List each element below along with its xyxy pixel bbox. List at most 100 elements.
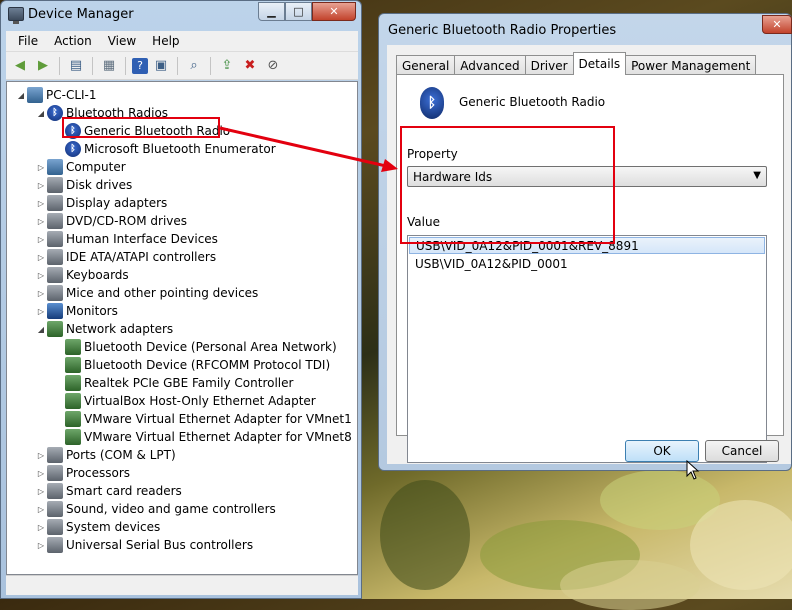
scan-hardware-icon[interactable]: ⌕ xyxy=(184,56,204,76)
maximize-button[interactable]: □ xyxy=(285,2,312,21)
expand-arrow-icon[interactable]: ▷ xyxy=(35,181,47,190)
tree-device[interactable]: ᛒ Microsoft Bluetooth Enumerator xyxy=(53,140,276,158)
tree-category[interactable]: ▷ Computer xyxy=(35,158,126,176)
tree-category[interactable]: ▷ Display adapters xyxy=(35,194,167,212)
menu-help[interactable]: Help xyxy=(144,34,187,48)
tab-driver[interactable]: Driver xyxy=(524,55,574,75)
update-driver-icon[interactable]: ⇪ xyxy=(217,56,237,76)
back-icon[interactable]: ◀ xyxy=(10,56,30,76)
tab-advanced[interactable]: Advanced xyxy=(454,55,526,75)
device-manager-window: Device Manager ▁ □ ✕ File Action View He… xyxy=(0,0,362,599)
expand-arrow-icon[interactable]: ▷ xyxy=(35,451,47,460)
toolbar-separator xyxy=(92,56,93,75)
collapse-arrow-icon[interactable]: ◢ xyxy=(15,91,27,100)
expand-arrow-icon[interactable]: ▷ xyxy=(35,271,47,280)
dvd-icon xyxy=(47,213,63,229)
tree-root-label: PC-CLI-1 xyxy=(46,88,97,102)
dialog-title: Generic Bluetooth Radio Properties xyxy=(388,23,617,38)
tree-category[interactable]: ▷ DVD/CD-ROM drives xyxy=(35,212,187,230)
port-icon xyxy=(47,447,63,463)
expand-arrow-icon[interactable]: ▷ xyxy=(35,307,47,316)
menu-action[interactable]: Action xyxy=(46,34,100,48)
sound-icon xyxy=(47,501,63,517)
tree-item-label: VMware Virtual Ethernet Adapter for VMne… xyxy=(84,412,352,426)
tree-item-label: DVD/CD-ROM drives xyxy=(66,214,188,228)
collapse-arrow-icon[interactable]: ◢ xyxy=(35,325,47,334)
expand-arrow-icon[interactable]: ▷ xyxy=(35,487,47,496)
close-button[interactable]: ✕ xyxy=(312,2,356,21)
tree-category[interactable]: ▷ Disk drives xyxy=(35,176,132,194)
expand-arrow-icon[interactable]: ▷ xyxy=(35,217,47,226)
device-tree[interactable]: ◢ PC-CLI-1 ◢ ᛒ Bluetooth Radios ᛒ Generic Bl… xyxy=(6,81,358,575)
tree-root[interactable]: ◢ PC-CLI-1 xyxy=(15,86,97,104)
tab-details[interactable]: Details xyxy=(572,52,627,75)
mouse-icon xyxy=(47,285,63,301)
network-icon xyxy=(65,393,81,409)
tree-device[interactable]: VMware Virtual Ethernet Adapter for VMne… xyxy=(53,410,352,428)
tree-category[interactable]: ▷ System devices xyxy=(35,518,160,536)
tree-category[interactable]: ▷ Universal Serial Bus controllers xyxy=(35,536,253,554)
toolbar: ◀ ▶ ▤ ▦ ? ▣ ⌕ ⇪ ✖ ⊘ xyxy=(6,52,358,80)
cancel-button[interactable]: Cancel xyxy=(705,440,779,462)
network-icon xyxy=(65,411,81,427)
tree-category[interactable]: ▷ Sound, video and game controllers xyxy=(35,500,276,518)
tab-strip: General Advanced Driver Details Power Ma… xyxy=(396,52,757,75)
help-icon[interactable]: ? xyxy=(132,57,148,74)
show-hide-console-tree-icon[interactable]: ▤ xyxy=(66,56,86,76)
tree-device[interactable]: Bluetooth Device (RFCOMM Protocol TDI) xyxy=(53,356,330,374)
dialog-close-button[interactable]: ✕ xyxy=(762,15,792,34)
disable-icon[interactable]: ⊘ xyxy=(263,56,283,76)
hid-icon xyxy=(47,231,63,247)
tree-category[interactable]: ◢ Network adapters xyxy=(35,320,173,338)
expand-arrow-icon[interactable]: ▷ xyxy=(35,541,47,550)
minimize-button[interactable]: ▁ xyxy=(258,2,285,21)
value-list[interactable]: USB\VID_0A12&PID_0001&REV_8891 USB\VID_0… xyxy=(407,235,767,463)
device-manager-titlebar[interactable]: Device Manager ▁ □ ✕ xyxy=(1,1,361,31)
expand-arrow-icon[interactable]: ▷ xyxy=(35,289,47,298)
tree-item-label: Smart card readers xyxy=(66,484,182,498)
tree-item-label: Bluetooth Device (RFCOMM Protocol TDI) xyxy=(84,358,331,372)
tree-item-label: VMware Virtual Ethernet Adapter for VMne… xyxy=(84,430,352,444)
expand-arrow-icon[interactable]: ▷ xyxy=(35,253,47,262)
ok-button[interactable]: OK xyxy=(625,440,699,462)
tree-category[interactable]: ▷ IDE ATA/ATAPI controllers xyxy=(35,248,216,266)
tree-category[interactable]: ▷ Keyboards xyxy=(35,266,129,284)
expand-arrow-icon[interactable]: ▷ xyxy=(35,235,47,244)
expand-arrow-icon[interactable]: ▷ xyxy=(35,505,47,514)
expand-arrow-icon[interactable]: ▷ xyxy=(35,199,47,208)
collapse-arrow-icon[interactable]: ◢ xyxy=(35,109,47,118)
tree-item-label: Monitors xyxy=(66,304,118,318)
tree-category[interactable]: ▷ Mice and other pointing devices xyxy=(35,284,258,302)
tree-device[interactable]: VirtualBox Host-Only Ethernet Adapter xyxy=(53,392,316,410)
tab-power-management[interactable]: Power Management xyxy=(625,55,757,75)
tree-item-label: Human Interface Devices xyxy=(66,232,218,246)
uninstall-icon[interactable]: ✖ xyxy=(240,56,260,76)
tree-category[interactable]: ▷ Human Interface Devices xyxy=(35,230,218,248)
annotation-highlight-device xyxy=(62,117,220,138)
expand-arrow-icon[interactable]: ▷ xyxy=(35,163,47,172)
expand-arrow-icon[interactable]: ▷ xyxy=(35,469,47,478)
expand-arrow-icon[interactable]: ▷ xyxy=(35,523,47,532)
tree-item-label: Mice and other pointing devices xyxy=(66,286,259,300)
tree-item-label: Disk drives xyxy=(66,178,133,192)
tree-item-label: Keyboards xyxy=(66,268,129,282)
tree-device[interactable]: Realtek PCIe GBE Family Controller xyxy=(53,374,293,392)
keyboard-icon xyxy=(47,267,63,283)
tab-general[interactable]: General xyxy=(396,55,456,75)
network-icon xyxy=(65,429,81,445)
tree-category[interactable]: ▷ Ports (COM & LPT) xyxy=(35,446,176,464)
view-icon[interactable]: ▣ xyxy=(151,56,171,76)
menu-file[interactable]: File xyxy=(10,34,46,48)
computer-icon xyxy=(27,87,43,103)
tree-item-label: VirtualBox Host-Only Ethernet Adapter xyxy=(84,394,316,408)
tree-device[interactable]: VMware Virtual Ethernet Adapter for VMne… xyxy=(53,428,352,446)
menu-view[interactable]: View xyxy=(100,34,144,48)
properties-icon[interactable]: ▦ xyxy=(99,56,119,76)
tree-category[interactable]: ▷ Smart card readers xyxy=(35,482,182,500)
tree-item-label: IDE ATA/ATAPI controllers xyxy=(66,250,217,264)
tree-category[interactable]: ▷ Processors xyxy=(35,464,130,482)
forward-icon[interactable]: ▶ xyxy=(33,56,53,76)
list-item[interactable]: USB\VID_0A12&PID_0001 xyxy=(409,255,765,272)
tree-device[interactable]: Bluetooth Device (Personal Area Network) xyxy=(53,338,337,356)
tree-category[interactable]: ▷ Monitors xyxy=(35,302,118,320)
